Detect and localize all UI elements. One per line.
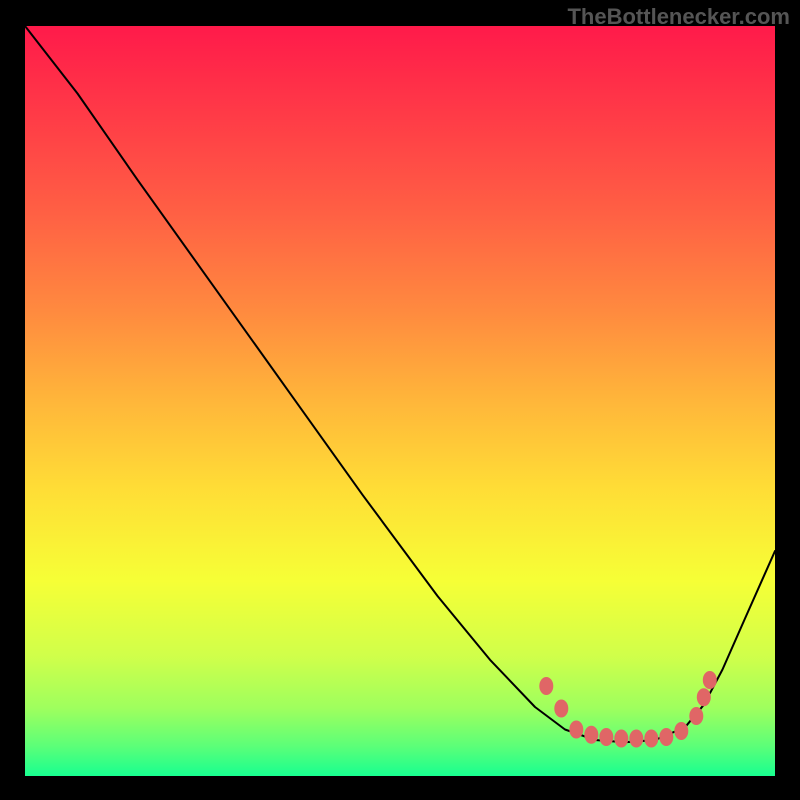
curve-marker bbox=[539, 677, 553, 695]
curve-marker bbox=[569, 721, 583, 739]
curve-marker bbox=[629, 730, 643, 748]
curve-marker bbox=[644, 730, 658, 748]
curve-marker bbox=[674, 722, 688, 740]
watermark-text: TheBottlenecker.com bbox=[567, 4, 790, 30]
curve-marker bbox=[659, 728, 673, 746]
bottleneck-chart bbox=[25, 26, 775, 776]
curve-marker bbox=[614, 730, 628, 748]
curve-marker bbox=[584, 726, 598, 744]
chart-background bbox=[25, 26, 775, 776]
outer-frame: TheBottlenecker.com bbox=[0, 0, 800, 800]
curve-marker bbox=[689, 707, 703, 725]
curve-marker bbox=[703, 671, 717, 689]
curve-marker bbox=[599, 728, 613, 746]
curve-marker bbox=[554, 700, 568, 718]
curve-marker bbox=[697, 688, 711, 706]
